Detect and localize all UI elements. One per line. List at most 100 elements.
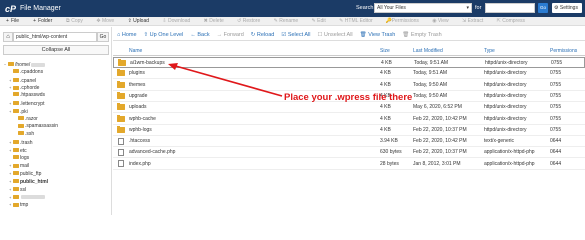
tree-item[interactable]: .ssh — [14, 131, 34, 138]
collapse-all-button[interactable]: Collapse All — [3, 45, 109, 55]
table-row[interactable]: advanced-cache.php 630 bytes Feb 22, 2020,… — [113, 147, 585, 159]
cell-type: httpd/unix-directory — [485, 60, 528, 66]
toolbar-label: Permissions — [391, 18, 419, 24]
search-scope-select[interactable]: All Your Files — [374, 3, 472, 13]
cell-perms: 0755 — [550, 92, 562, 99]
cell-perms: 0755 — [550, 104, 562, 111]
tree-item[interactable]: .razor — [14, 116, 38, 123]
toolbar-copy-button[interactable]: ⧉ Copy — [65, 18, 83, 24]
toolbar-view-button[interactable]: ◉View — [432, 18, 448, 24]
table-row[interactable]: wphb-logs 4 KB Feb 22, 2020, 10:37 PM httpd… — [113, 125, 585, 136]
toolbar-restore-button[interactable]: ↺Restore — [237, 18, 260, 24]
tree-item-label: .htpasswds — [20, 92, 46, 99]
search-go-button[interactable]: Go — [538, 3, 548, 13]
settings-button[interactable]: ⚙ Settings — [552, 3, 582, 13]
cell-size: 4 KB — [380, 115, 391, 122]
cell-size: 3.94 KB — [380, 138, 398, 145]
tree-item[interactable]: .cpaddons — [9, 69, 43, 76]
cell-modified: Feb 22, 2020, 10:42 PM — [413, 115, 467, 122]
nav-label: Empty Trash — [410, 32, 442, 38]
folder-icon — [117, 125, 125, 133]
cell-type: httpd/unix-directory — [484, 92, 527, 99]
column-header-last-modified[interactable]: Last Modified — [413, 48, 443, 54]
permissions-icon: 🔑 — [385, 18, 392, 24]
view-trash-icon: 🗑 — [359, 32, 369, 38]
path-go-button[interactable]: Go — [97, 32, 109, 42]
folder-icon — [117, 69, 125, 77]
search-input[interactable] — [485, 3, 535, 13]
toolbar-folder-button[interactable]: + Folder — [32, 18, 52, 24]
folder-icon — [13, 171, 19, 176]
cell-perms: 0755 — [550, 126, 562, 133]
tree-item[interactable]: .htpasswds — [9, 92, 45, 99]
nav-label: Up One Level — [149, 32, 184, 38]
nav-forward-button[interactable]: → Forward — [217, 32, 244, 38]
path-input[interactable]: public_html/wp-content — [13, 32, 97, 42]
toolbar-move-button[interactable]: ✥Move — [96, 18, 114, 24]
nav-back-button[interactable]: ← Back — [190, 32, 209, 38]
file-list-panel: ⌂ Home ⇧ Up One Level ← Back → Forward ↻ Rel… — [113, 27, 585, 215]
table-row[interactable]: index.php 28 bytes Jan 8, 2012, 3:01 PM app… — [113, 159, 585, 170]
table-row[interactable]: .htaccess 3.94 KB Feb 22, 2020, 10:42 PM te… — [113, 136, 585, 148]
table-row[interactable]: themes 4 KB Today, 9:50 AM httpd/unix-direc… — [113, 80, 585, 91]
tree-item[interactable]: + — [9, 194, 45, 201]
folder-icon — [18, 131, 24, 136]
tree-item[interactable]: + ssl — [9, 186, 26, 193]
nav-home-button[interactable]: ⌂ Home — [117, 32, 137, 38]
tree-item[interactable]: .spamassassin — [14, 123, 58, 130]
toolbar-label: Upload — [133, 18, 150, 24]
nav-up-one-level-button[interactable]: ⇧ Up One Level — [144, 32, 184, 38]
table-row[interactable]: uploads 4 KB May 6, 2020, 6:52 PM httpd/uni… — [113, 102, 585, 114]
cell-modified: Today, 9:50 AM — [413, 92, 448, 99]
cell-modified: May 6, 2020, 6:52 PM — [413, 104, 462, 111]
toolbar-extract-button[interactable]: ⇲Extract — [462, 18, 483, 24]
cell-name: uploads — [129, 104, 147, 111]
tree-item[interactable]: logs — [9, 155, 29, 162]
cpanel-logo: cP — [5, 3, 17, 14]
toolbar-download-button[interactable]: ⇩Download — [162, 18, 190, 24]
toolbar-file-button[interactable]: + File — [5, 18, 19, 24]
toolbar-edit-button[interactable]: ✎Edit — [311, 18, 326, 24]
tree-item-label: public_html — [20, 179, 49, 185]
tree-item-label: etc — [20, 147, 27, 154]
column-header-name[interactable]: Name — [129, 48, 142, 54]
cell-perms: 0644 — [550, 149, 562, 156]
tree-item[interactable]: + tmp — [9, 201, 28, 208]
toolbar-upload-button[interactable]: ⇪Upload — [127, 18, 149, 24]
table-row[interactable]: ai1wm-backups 4 KB Today, 9:51 AM httpd/uni… — [113, 57, 585, 68]
cell-size: 4 KB — [380, 126, 391, 133]
column-header-type[interactable]: Type — [484, 48, 495, 54]
tree-item[interactable]: + .lettencrypt — [9, 100, 44, 107]
folder-icon: + — [33, 18, 37, 24]
tree-item[interactable]: + public_ftp — [9, 170, 41, 177]
column-header-size[interactable]: Size — [380, 48, 390, 54]
tree-item[interactable]: + .pki — [9, 108, 28, 115]
tree-item-label: .ssh — [25, 131, 35, 138]
home-icon[interactable]: ⌂ — [3, 32, 13, 42]
nav-empty-trash-button[interactable]: 🗑 Empty Trash — [402, 32, 441, 38]
nav-reload-button[interactable]: ↻ Reload — [251, 32, 275, 38]
nav-unselect-all-button[interactable]: ☐ Unselect All — [317, 32, 352, 38]
tree-item[interactable]: + .trash — [9, 139, 33, 146]
tree-item[interactable]: + mail — [9, 162, 29, 169]
cell-modified: Today, 9:50 AM — [413, 81, 448, 88]
table-row[interactable]: plugins 4 KB Today, 9:51 AM httpd/unix-dire… — [113, 68, 585, 80]
column-header-permissions[interactable]: Permissions — [550, 48, 577, 54]
tree-item[interactable]: + .cphorde — [9, 84, 39, 91]
toolbar-compress-button[interactable]: ⇱Compress — [496, 18, 525, 24]
nav-view-trash-button[interactable]: 🗑 View Trash — [360, 32, 396, 38]
toolbar-delete-button[interactable]: ✖Delete — [203, 18, 224, 24]
toolbar-permissions-button[interactable]: 🔑Permissions — [386, 18, 419, 24]
tree-item[interactable]: −/home/ — [4, 61, 46, 68]
tree-item[interactable]: + etc — [9, 147, 27, 154]
table-row[interactable]: wphb-cache 4 KB Feb 22, 2020, 10:42 PM http… — [113, 114, 585, 125]
tree-item[interactable]: + .cpanel — [9, 77, 36, 84]
toolbar-html-editor-button[interactable]: ✎HTML Editor — [339, 18, 373, 24]
nav-select-all-button[interactable]: ☑ Select All — [281, 32, 310, 38]
tree-item[interactable]: + public_html — [9, 178, 48, 185]
folder-icon — [13, 77, 19, 82]
cell-type: httpd/unix-directory — [484, 126, 527, 133]
toolbar-label: Download — [168, 18, 191, 24]
toolbar-rename-button[interactable]: ✎Rename — [273, 18, 299, 24]
folder-icon — [13, 163, 19, 168]
